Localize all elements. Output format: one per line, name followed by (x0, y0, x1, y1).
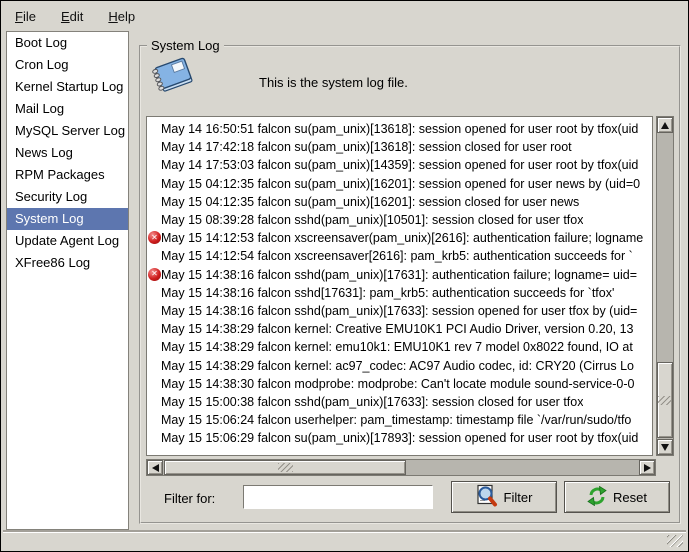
error-icon: ✕ (148, 231, 161, 244)
vertical-scrollbar[interactable] (656, 116, 674, 456)
thumb-grip (658, 396, 672, 405)
filter-label: Filter for: (164, 491, 215, 506)
status-bar (3, 532, 686, 549)
sidebar-item-boot-log[interactable]: Boot Log (7, 32, 128, 54)
log-line: May 15 15:00:38 falcon sshd(pam_unix)[17… (147, 393, 652, 411)
horizontal-scrollbar[interactable] (146, 459, 656, 476)
log-line: May 15 14:38:30 falcon modprobe: modprob… (147, 375, 652, 393)
horizontal-scroll-thumb[interactable] (164, 460, 406, 475)
sidebar-item-rpm-packages[interactable]: RPM Packages (7, 164, 128, 186)
log-list-sidebar[interactable]: Boot LogCron LogKernel Startup LogMail L… (6, 31, 129, 530)
sidebar-item-cron-log[interactable]: Cron Log (7, 54, 128, 76)
logbook-icon (148, 55, 196, 106)
log-line: May 15 08:39:28 falcon sshd(pam_unix)[10… (147, 211, 652, 229)
resize-grip[interactable] (667, 535, 683, 547)
arrow-up-icon (661, 122, 669, 129)
log-line: May 15 04:12:35 falcon su(pam_unix)[1620… (147, 193, 652, 211)
menubar: File Edit Help (3, 3, 686, 29)
reset-button[interactable]: Reset (564, 481, 670, 513)
log-line-text: May 14 17:42:18 falcon su(pam_unix)[1361… (161, 140, 572, 154)
log-line: May 15 14:38:16 falcon sshd[17631]: pam_… (147, 284, 652, 302)
log-line: May 15 14:38:29 falcon kernel: Creative … (147, 320, 652, 338)
log-line-text: May 15 15:06:24 falcon userhelper: pam_t… (161, 413, 631, 427)
search-magnifier-icon (476, 484, 498, 511)
log-line-text: May 15 04:12:35 falcon su(pam_unix)[1620… (161, 195, 579, 209)
log-line-text: May 15 14:38:16 falcon sshd(pam_unix)[17… (161, 304, 637, 318)
log-line: May 14 17:42:18 falcon su(pam_unix)[1361… (147, 138, 652, 156)
sidebar-item-mail-log[interactable]: Mail Log (7, 98, 128, 120)
log-viewer-window: File Edit Help Boot LogCron LogKernel Star… (0, 0, 689, 552)
sidebar-item-mysql-server-log[interactable]: MySQL Server Log (7, 120, 128, 142)
log-text-view[interactable]: May 14 16:50:51 falcon su(pam_unix)[1361… (146, 116, 653, 456)
log-line-text: May 15 14:38:16 falcon sshd[17631]: pam_… (161, 286, 614, 300)
filter-button[interactable]: Filter (451, 481, 557, 513)
sidebar-item-kernel-startup-log[interactable]: Kernel Startup Log (7, 76, 128, 98)
log-line-text: May 15 14:12:53 falcon xscreensaver(pam_… (161, 231, 643, 245)
log-line: May 15 14:12:54 falcon xscreensaver[2616… (147, 247, 652, 265)
log-line-text: May 15 14:38:29 falcon kernel: emu10k1: … (161, 340, 633, 354)
log-line: ✕May 15 14:38:16 falcon sshd(pam_unix)[1… (147, 266, 652, 284)
log-line: May 15 14:38:16 falcon sshd(pam_unix)[17… (147, 302, 652, 320)
log-line-text: May 15 08:39:28 falcon sshd(pam_unix)[10… (161, 213, 583, 227)
scroll-right-button[interactable] (639, 460, 655, 475)
filter-button-label: Filter (504, 490, 533, 505)
log-line-text: May 15 14:38:16 falcon sshd(pam_unix)[17… (161, 268, 637, 282)
log-line-text: May 14 17:53:03 falcon su(pam_unix)[1435… (161, 158, 638, 172)
log-line-text: May 15 04:12:35 falcon su(pam_unix)[1620… (161, 177, 640, 191)
log-rows: May 14 16:50:51 falcon su(pam_unix)[1361… (147, 117, 652, 447)
log-line: May 15 15:06:24 falcon userhelper: pam_t… (147, 411, 652, 429)
menu-edit[interactable]: Edit (58, 7, 86, 26)
sidebar-item-news-log[interactable]: News Log (7, 142, 128, 164)
refresh-arrows-icon (587, 486, 607, 509)
log-line: May 14 17:53:03 falcon su(pam_unix)[1435… (147, 156, 652, 174)
error-icon: ✕ (148, 268, 161, 281)
menu-help[interactable]: Help (105, 7, 138, 26)
log-line: May 15 04:12:35 falcon su(pam_unix)[1620… (147, 175, 652, 193)
log-line-text: May 15 14:38:30 falcon modprobe: modprob… (161, 377, 635, 391)
log-line: May 15 14:38:29 falcon kernel: emu10k1: … (147, 338, 652, 356)
scroll-down-button[interactable] (657, 439, 673, 455)
menu-file[interactable]: File (12, 7, 39, 26)
log-line: May 15 14:38:29 falcon kernel: ac97_code… (147, 356, 652, 374)
log-line-text: May 15 14:38:29 falcon kernel: Creative … (161, 322, 633, 336)
log-line-text: May 15 15:00:38 falcon sshd(pam_unix)[17… (161, 395, 583, 409)
log-line-text: May 15 14:12:54 falcon xscreensaver[2616… (161, 249, 633, 263)
log-line-text: May 15 15:06:29 falcon su(pam_unix)[1789… (161, 431, 638, 445)
log-line-text: May 15 14:38:29 falcon kernel: ac97_code… (161, 359, 634, 373)
scroll-left-button[interactable] (147, 460, 163, 475)
log-line: May 15 15:06:29 falcon su(pam_unix)[1789… (147, 429, 652, 447)
thumb-grip (278, 463, 293, 472)
filter-input[interactable] (243, 485, 433, 509)
log-line: May 14 16:50:51 falcon su(pam_unix)[1361… (147, 120, 652, 138)
sidebar-item-system-log[interactable]: System Log (7, 208, 128, 230)
sidebar-item-security-log[interactable]: Security Log (7, 186, 128, 208)
vertical-scroll-thumb[interactable] (657, 362, 673, 438)
scroll-up-button[interactable] (657, 117, 673, 133)
log-line: ✕May 15 14:12:53 falcon xscreensaver(pam… (147, 229, 652, 247)
log-description: This is the system log file. (259, 75, 408, 90)
sidebar-item-xfree86-log[interactable]: XFree86 Log (7, 252, 128, 274)
sidebar-item-update-agent-log[interactable]: Update Agent Log (7, 230, 128, 252)
reset-button-label: Reset (613, 490, 647, 505)
arrow-left-icon (152, 464, 159, 472)
groupbox-title: System Log (147, 38, 224, 53)
log-line-text: May 14 16:50:51 falcon su(pam_unix)[1361… (161, 122, 638, 136)
arrow-right-icon (644, 464, 651, 472)
arrow-down-icon (661, 444, 669, 451)
